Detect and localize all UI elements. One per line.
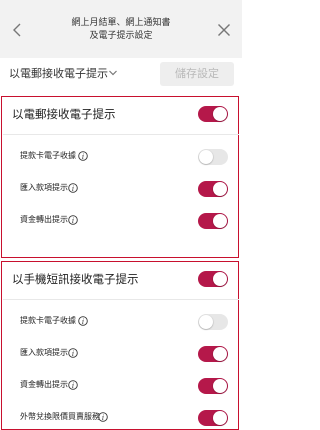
sms-item-atm-receipt-label: 提款卡電子收據	[20, 316, 76, 325]
back-chevron-icon[interactable]	[10, 22, 24, 38]
divider	[3, 299, 239, 300]
email-incoming-toggle[interactable]	[198, 181, 228, 197]
info-icon[interactable]: i	[68, 348, 78, 358]
email-outgoing-toggle[interactable]	[198, 213, 228, 229]
sms-alerts-section: 以手機短訊接收電子提示 提款卡電子收據 i 匯入款項提示 i 資金轉出提示 i …	[1, 261, 239, 430]
close-icon[interactable]	[217, 23, 231, 37]
info-icon[interactable]: i	[78, 316, 88, 326]
page-title-line1: 網上月結單、網上通知書	[71, 18, 171, 28]
info-icon[interactable]: i	[68, 215, 78, 225]
info-icon[interactable]: i	[68, 380, 78, 390]
email-item-incoming-label: 匯入款項提示	[20, 183, 68, 192]
email-alerts-section: 以電郵接收電子提示 提款卡電子收據 i 匯入款項提示 i 資金轉出提示 i	[1, 96, 239, 258]
sms-section-title: 以手機短訊接收電子提示	[12, 272, 139, 286]
info-icon[interactable]: i	[68, 183, 78, 193]
top-bar	[0, 0, 242, 58]
sms-outgoing-toggle[interactable]	[198, 378, 228, 394]
svg-text:i: i	[72, 350, 74, 358]
email-section-title: 以電郵接收電子提示	[12, 107, 116, 121]
sms-incoming-toggle[interactable]	[198, 346, 228, 362]
save-settings-button[interactable]: 儲存設定	[160, 62, 234, 86]
svg-text:i: i	[72, 217, 74, 225]
svg-text:i: i	[102, 414, 104, 422]
divider	[3, 134, 239, 135]
sms-item-outgoing-label: 資金轉出提示	[20, 380, 68, 389]
sms-fx-limit-order-toggle[interactable]	[198, 410, 228, 426]
alert-channel-dropdown[interactable]: 以電郵接收電子提示	[9, 67, 108, 81]
info-icon[interactable]: i	[98, 412, 108, 422]
email-item-atm-receipt-label: 提款卡電子收據	[20, 151, 76, 160]
svg-text:i: i	[82, 153, 84, 161]
info-icon[interactable]: i	[78, 151, 88, 161]
sms-master-toggle[interactable]	[198, 271, 228, 287]
svg-text:i: i	[72, 382, 74, 390]
page-title-line2: 及電子提示設定	[89, 31, 153, 41]
svg-text:i: i	[82, 318, 84, 326]
svg-text:i: i	[72, 185, 74, 193]
email-master-toggle[interactable]	[198, 106, 228, 122]
email-atm-receipt-toggle[interactable]	[198, 149, 228, 165]
email-item-outgoing-label: 資金轉出提示	[20, 215, 68, 224]
sms-item-fx-limit-order-label: 外幣兌換限價買賣服務	[20, 412, 100, 421]
sms-atm-receipt-toggle[interactable]	[198, 314, 228, 330]
chevron-down-icon[interactable]	[108, 69, 118, 77]
sms-item-incoming-label: 匯入款項提示	[20, 348, 68, 357]
